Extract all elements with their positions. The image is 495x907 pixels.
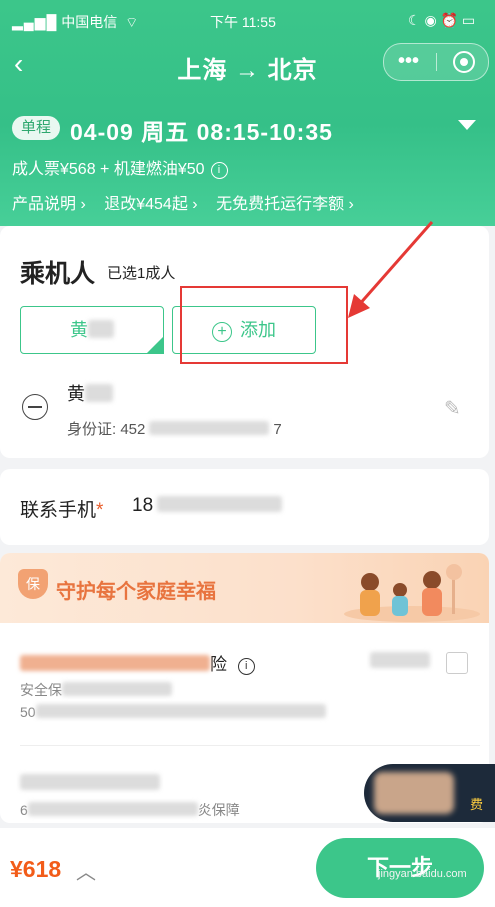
- passenger-id: 身份证: 452 7: [67, 421, 282, 438]
- remove-passenger-icon[interactable]: [22, 394, 48, 420]
- mini-program-capsule: •••: [383, 43, 489, 81]
- insurance-option-1-desc: 安全保: [20, 680, 172, 700]
- insurance-price-blurred: [370, 652, 430, 673]
- more-icon[interactable]: •••: [398, 51, 419, 71]
- insurance-info-icon[interactable]: i: [237, 658, 255, 675]
- clock: 下午 11:55: [210, 14, 276, 30]
- link-product-info[interactable]: 产品说明 ›: [12, 196, 86, 213]
- check-icon: ✓: [153, 329, 162, 340]
- link-refund-change[interactable]: 退改¥454起 ›: [104, 196, 197, 213]
- shield-icon: 保: [18, 569, 48, 599]
- passenger-name: 黄: [67, 380, 113, 406]
- contact-phone-label: 联系手机*: [20, 500, 104, 521]
- product-links: 产品说明 › 退改¥454起 › 无免费托运行李额 ›: [12, 190, 368, 214]
- annotation-arrow: [348, 221, 434, 318]
- promo-text: 费: [470, 797, 484, 812]
- status-bar: ▂▄▆█ 中国电信 ⌔ 下午 11:55 ☾ ◉ ⏰ ▭: [0, 0, 495, 44]
- insurance-option-2-desc: 6 炎保障: [20, 802, 240, 818]
- family-illustration: [344, 564, 480, 622]
- passenger-section-title: 乘机人: [20, 260, 96, 288]
- link-baggage[interactable]: 无免费托运行李额 ›: [216, 196, 354, 213]
- carrier-label: ▂▄▆█ 中国电信 ⌔: [12, 14, 139, 30]
- insurance-checkbox[interactable]: [446, 652, 468, 674]
- total-price: ¥618: [10, 856, 62, 882]
- insurance-option-2[interactable]: [20, 774, 160, 795]
- insurance-option-1-desc-2: 50: [20, 704, 326, 720]
- promo-image: [374, 772, 454, 814]
- flight-header: ▂▄▆█ 中国电信 ⌔ 下午 11:55 ☾ ◉ ⏰ ▭ ‹ 上海 → 北京 •…: [0, 0, 495, 226]
- insurance-option-1[interactable]: 险 i: [20, 650, 255, 675]
- edit-icon[interactable]: ✎: [444, 396, 461, 421]
- trip-type-badge: 单程: [12, 116, 60, 140]
- price-breakdown: 成人票¥568 + 机建燃油¥50 i: [12, 155, 228, 179]
- contact-phone-field[interactable]: 18: [132, 495, 283, 517]
- flight-date-time: 04-09 周五 08:15-10:35: [70, 119, 333, 145]
- watermark: jingyan.baidu.com: [378, 868, 467, 880]
- status-icons: ☾ ◉ ⏰ ▭: [408, 12, 476, 28]
- chevron-up-icon[interactable]: ︿: [76, 856, 96, 885]
- info-icon[interactable]: i: [210, 162, 228, 179]
- expand-flight-icon[interactable]: [458, 120, 476, 130]
- annotation-highlight-box: [180, 286, 348, 364]
- passenger-count: 已选1成人: [107, 265, 176, 282]
- insurance-banner-title: 守护每个家庭幸福: [56, 581, 216, 603]
- close-mini-program-icon[interactable]: [453, 51, 475, 73]
- selected-passenger-chip[interactable]: 黄 ✓: [20, 306, 164, 354]
- insurance-divider: [20, 745, 480, 746]
